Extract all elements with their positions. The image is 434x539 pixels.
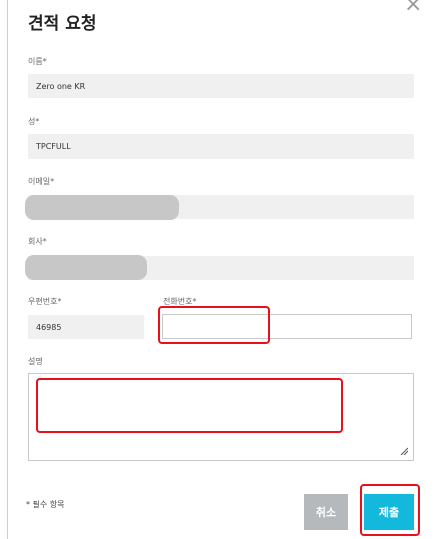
postal-code-value: 46985 <box>36 322 62 332</box>
first-name-value: Zero one KR <box>36 81 86 91</box>
last-name-label: 성* <box>28 117 40 126</box>
email-label: 이메일* <box>28 177 55 186</box>
close-icon[interactable]: × <box>404 0 422 16</box>
last-name-value: TPCFULL <box>36 142 71 151</box>
submit-button[interactable]: 제출 <box>364 494 414 530</box>
required-note: * 필수 항목 <box>26 500 65 509</box>
first-name-field[interactable]: Zero one KR <box>28 74 414 98</box>
phone-field[interactable] <box>162 314 412 339</box>
dialog-border <box>7 0 8 539</box>
dialog-title: 견적 요청 <box>28 14 97 34</box>
company-redaction <box>25 255 147 280</box>
description-textarea[interactable] <box>28 373 414 461</box>
last-name-field[interactable]: TPCFULL <box>28 134 414 159</box>
postal-code-field[interactable]: 46985 <box>28 315 144 339</box>
email-redaction <box>25 195 179 220</box>
description-label: 설명 <box>28 357 43 366</box>
postal-code-label: 우편번호* <box>28 297 62 306</box>
phone-label: 전화번호* <box>163 297 197 306</box>
first-name-label: 이름* <box>28 57 47 66</box>
cancel-button[interactable]: 취소 <box>304 494 348 530</box>
company-label: 회사* <box>28 237 47 246</box>
resize-grip-icon[interactable] <box>400 447 408 455</box>
quote-request-dialog: 견적 요청 × 이름* Zero one KR 성* TPCFULL 이메일* … <box>0 0 434 539</box>
